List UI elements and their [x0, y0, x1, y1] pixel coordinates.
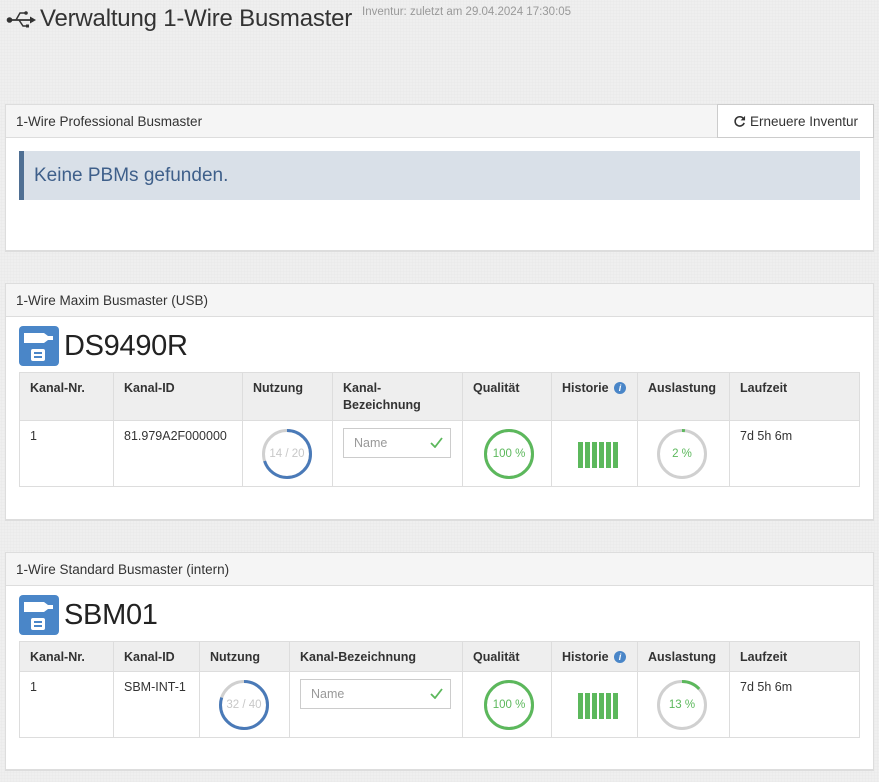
sbm-channel-table: Kanal-Nr. Kanal-ID Nutzung Kanal-Bezeich… [19, 641, 860, 738]
usage-label: 32 / 40 [226, 698, 262, 711]
history-cell [551, 671, 638, 738]
col-nutzung: Nutzung [242, 372, 333, 421]
history-bar [606, 442, 611, 468]
usb-device-name: DS9490R [64, 329, 188, 362]
table-row: 1 81.979A2F000000 14 / 20 Name 100 % 2 %… [19, 420, 860, 487]
table-row: 1 SBM-INT-1 32 / 40 Name 100 % 13 % 7d 5… [19, 671, 860, 738]
history-bars [578, 442, 627, 468]
quality-ring: 100 % [483, 679, 535, 731]
col-laufzeit: Laufzeit [729, 641, 860, 672]
quality-label: 100 % [492, 698, 526, 711]
usb-device-header: DS9490R [19, 326, 873, 366]
pbm-panel-title: 1-Wire Professional Busmaster [16, 113, 203, 129]
uptime-cell: 7d 5h 6m [729, 671, 860, 738]
col-historie: Historie i [551, 641, 638, 672]
quality-ring: 100 % [483, 428, 535, 480]
col-laufzeit: Laufzeit [729, 372, 860, 421]
usage-cell: 14 / 20 [242, 420, 333, 487]
quality-label: 100 % [492, 447, 526, 460]
quality-cell: 100 % [462, 420, 552, 487]
history-bar [578, 442, 583, 468]
channel-name-input[interactable] [301, 680, 450, 708]
load-label: 13 % [668, 698, 696, 711]
uptime-cell: 7d 5h 6m [729, 420, 860, 487]
sbm-device-header: SBM01 [19, 595, 873, 635]
busmaster-device-icon [19, 595, 59, 635]
history-bar [613, 442, 618, 468]
history-bar [578, 693, 583, 719]
col-qualitaet: Qualität [462, 372, 552, 421]
usb-panel-title: 1-Wire Maxim Busmaster (USB) [16, 292, 209, 308]
load-ring: 13 % [656, 679, 708, 731]
history-bar [585, 442, 590, 468]
load-ring: 2 % [656, 428, 708, 480]
usage-ring: 14 / 20 [261, 428, 313, 480]
usage-label: 14 / 20 [269, 447, 305, 460]
history-bar [585, 693, 590, 719]
inventory-timestamp: Inventur: zuletzt am 29.04.2024 17:30:05 [362, 6, 572, 18]
refresh-inventory-button[interactable]: Erneuere Inventur [717, 104, 874, 138]
history-bar [592, 442, 597, 468]
sbm-panel-title: 1-Wire Standard Busmaster (intern) [16, 561, 230, 577]
no-pbm-alert: Keine PBMs gefunden. [19, 151, 860, 200]
name-cell [289, 671, 463, 738]
load-cell: 2 % [637, 420, 730, 487]
channel-name-field [343, 428, 451, 458]
load-label: 2 % [672, 447, 692, 460]
refresh-inventory-label: Erneuere Inventur [749, 113, 859, 129]
check-icon [430, 688, 443, 699]
sbm-panel: 1-Wire Standard Busmaster (intern) SBM01… [5, 552, 874, 771]
col-nutzung: Nutzung [199, 641, 290, 672]
history-bar [599, 442, 604, 468]
name-cell [332, 420, 463, 487]
col-qualitaet: Qualität [462, 641, 552, 672]
kanal-nr-cell: 1 [19, 671, 114, 738]
col-kanal-id: Kanal-ID [113, 641, 200, 672]
pbm-panel-heading: 1-Wire Professional Busmaster Erneuere I… [6, 104, 874, 138]
kanal-nr-cell: 1 [19, 420, 114, 487]
col-kanal-id: Kanal-ID [113, 372, 243, 421]
usb-icon [6, 11, 36, 28]
info-icon[interactable]: i [614, 382, 627, 394]
usb-panel-heading: 1-Wire Maxim Busmaster (USB) [6, 284, 873, 317]
usb-channel-table: Kanal-Nr. Kanal-ID Nutzung Kanal- Bezeich… [19, 372, 860, 487]
info-icon[interactable]: i [614, 651, 627, 663]
kanal-id-cell: 81.979A2F000000 [113, 420, 243, 487]
col-historie-label: Historie [562, 650, 609, 664]
quality-cell: 100 % [462, 671, 552, 738]
sbm-panel-heading: 1-Wire Standard Busmaster (intern) [6, 553, 873, 586]
pbm-panel: 1-Wire Professional Busmaster Erneuere I… [5, 104, 874, 252]
col-auslastung: Auslastung [637, 641, 730, 672]
sbm-device-name: SBM01 [64, 598, 158, 631]
col-kanal-nr: Kanal-Nr. [19, 372, 114, 421]
history-bar [606, 693, 611, 719]
kanal-id-cell: SBM-INT-1 [113, 671, 200, 738]
col-kanal-bezeichnung: Kanal-Bezeichnung [289, 641, 463, 672]
col-kanal-nr: Kanal-Nr. [19, 641, 114, 672]
history-cell [551, 420, 638, 487]
page-title: Verwaltung 1-Wire Busmaster [40, 5, 353, 32]
busmaster-device-icon [19, 326, 59, 366]
history-bar [599, 693, 604, 719]
col-auslastung: Auslastung [637, 372, 730, 421]
channel-name-field [300, 679, 451, 709]
refresh-icon [734, 115, 746, 127]
check-icon [430, 437, 443, 448]
col-historie-label: Historie [562, 381, 609, 395]
load-cell: 13 % [637, 671, 730, 738]
usb-panel: 1-Wire Maxim Busmaster (USB) DS9490R Kan… [5, 283, 874, 521]
col-kanal-bezeichnung: Kanal-Bezeichnung [332, 372, 463, 421]
history-bar [613, 693, 618, 719]
page-header: Verwaltung 1-Wire Busmaster [6, 4, 352, 34]
usage-cell: 32 / 40 [199, 671, 290, 738]
usage-ring: 32 / 40 [218, 679, 270, 731]
history-bars [578, 693, 627, 719]
col-historie: Historie i [551, 372, 638, 421]
history-bar [592, 693, 597, 719]
